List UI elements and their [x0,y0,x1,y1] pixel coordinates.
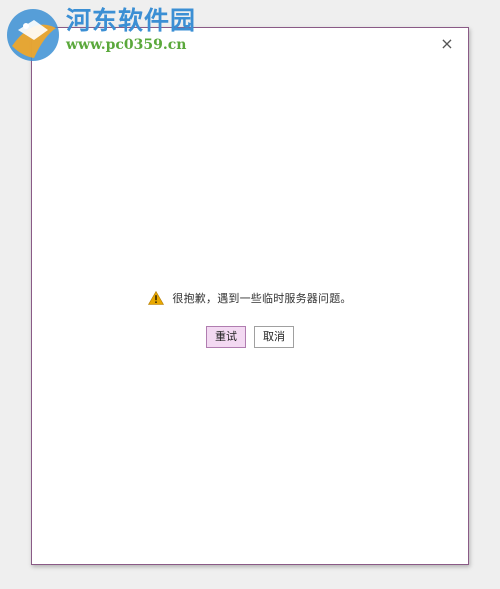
error-message: 很抱歉，遇到一些临时服务器问题。 [172,292,352,305]
watermark-url: www.pc0359.cn [66,37,187,53]
watermark-title: 河东软件园 [66,6,197,35]
warning-icon [148,291,165,305]
error-message-row: 很抱歉，遇到一些临时服务器问题。 [32,290,468,306]
page-background: × 很抱歉，遇到一些临时服务器问题。 重试 取消 河东软件园 www.pc035… [0,0,500,589]
button-row: 重试 取消 [32,326,468,348]
error-dialog: × 很抱歉，遇到一些临时服务器问题。 重试 取消 [31,27,469,565]
retry-button[interactable]: 重试 [206,326,246,348]
watermark: 河东软件园 www.pc0359.cn [4,6,196,64]
watermark-text: 河东软件园 www.pc0359.cn [66,6,196,54]
close-icon[interactable]: × [438,34,456,53]
cancel-button[interactable]: 取消 [254,326,294,348]
logo-icon [7,9,59,61]
